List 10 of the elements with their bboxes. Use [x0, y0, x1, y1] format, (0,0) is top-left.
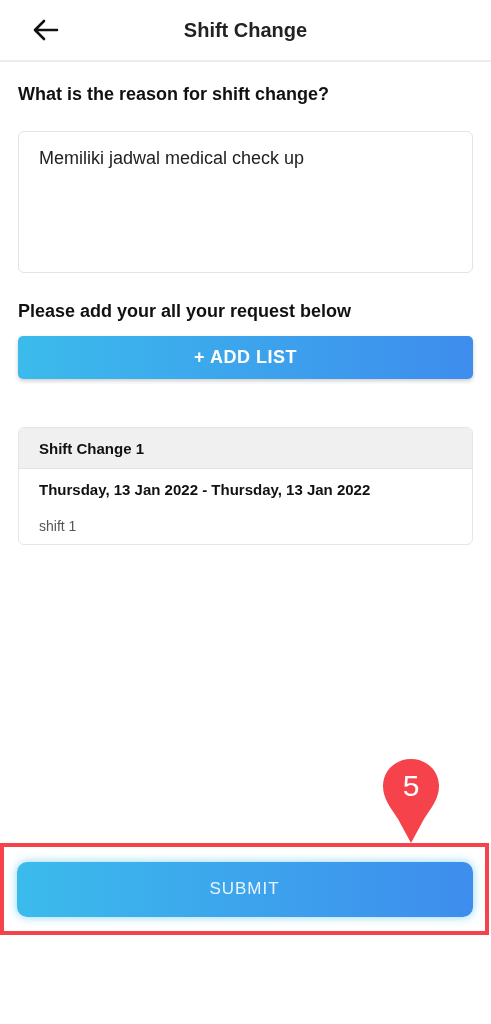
request-label: Please add your all your request below [18, 301, 353, 322]
back-arrow-icon [33, 19, 59, 41]
request-dates: Thursday, 13 Jan 2022 - Thursday, 13 Jan 2022 [38, 480, 372, 498]
step-marker: 5 [380, 757, 442, 845]
request-title: Shift Change 1 [39, 439, 144, 457]
request-card[interactable]: Shift Change 1 Thursday, 13 Jan 2022 - Thursday, 13 Jan 2022 shift 1 [18, 427, 473, 545]
reason-field[interactable]: Memiliki jadwal medical check up [18, 131, 473, 273]
request-shift: shift 1 [38, 517, 78, 536]
reason-question: What is the reason for shift change? [18, 84, 331, 105]
screen-title: Shift Change [183, 18, 308, 42]
